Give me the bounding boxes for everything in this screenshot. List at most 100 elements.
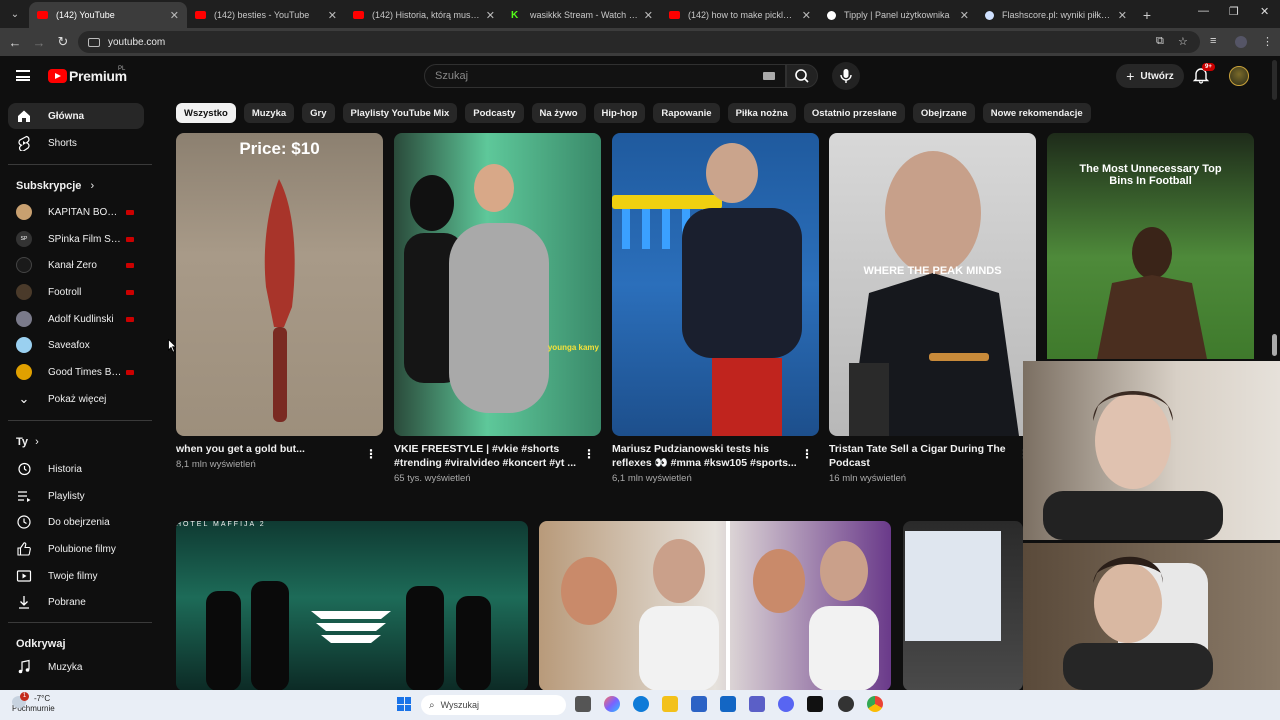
chip[interactable]: Na żywo bbox=[531, 103, 586, 123]
browser-tab[interactable]: Flashscore.pl: wyniki piłki nożn ✕ bbox=[977, 2, 1135, 28]
minimize-icon[interactable]: — bbox=[1198, 5, 1209, 17]
chip[interactable]: Rapowanie bbox=[653, 103, 720, 123]
search-button[interactable] bbox=[786, 64, 818, 88]
show-more-button[interactable]: ⌄ Pokaż więcej bbox=[8, 386, 144, 412]
more-actions-icon[interactable]: ⋮ bbox=[583, 447, 595, 461]
chip[interactable]: Hip-hop bbox=[593, 103, 646, 123]
sidebar-item-music[interactable]: Muzyka bbox=[8, 654, 144, 680]
notifications-button[interactable]: 9+ bbox=[1192, 63, 1215, 84]
browser-tab[interactable]: (142) Historia, którą musisz zna ✕ bbox=[345, 2, 503, 28]
site-info-icon[interactable] bbox=[88, 37, 100, 47]
short-card[interactable]: WHERE THE PEAK MINDS Tristan Tate Sell a… bbox=[829, 133, 1036, 484]
browser-menu-icon[interactable]: ⋮ bbox=[1262, 35, 1273, 48]
sidebar-item-subscription[interactable]: Kanał Zero bbox=[8, 252, 144, 278]
more-actions-icon[interactable]: ⋮ bbox=[801, 447, 813, 461]
sidebar-item-downloads[interactable]: Pobrane bbox=[8, 589, 144, 615]
scrollbar-thumb[interactable] bbox=[1272, 334, 1277, 356]
video-thumbnail[interactable] bbox=[903, 521, 1023, 691]
subscriptions-heading[interactable]: Subskrypcje › bbox=[16, 180, 94, 192]
chip[interactable]: Podcasty bbox=[465, 103, 524, 123]
teams-icon[interactable] bbox=[749, 696, 765, 712]
browser-tab[interactable]: (142) besties - YouTube ✕ bbox=[187, 2, 345, 28]
bookmark-star-icon[interactable]: ☆ bbox=[1178, 35, 1188, 48]
file-explorer-icon[interactable] bbox=[662, 696, 678, 712]
restore-icon[interactable]: ❐ bbox=[1229, 5, 1239, 18]
video-thumbnail[interactable] bbox=[539, 521, 891, 691]
page-scrollbar[interactable] bbox=[1272, 60, 1277, 100]
install-app-icon[interactable]: ⧉ bbox=[1156, 35, 1164, 48]
sidebar-item-shorts[interactable]: Shorts bbox=[8, 130, 144, 156]
close-tab-icon[interactable]: ✕ bbox=[1118, 9, 1127, 22]
create-button[interactable]: + Utwórz bbox=[1116, 64, 1184, 88]
short-thumbnail[interactable]: WHERE THE PEAK MINDS bbox=[829, 133, 1036, 436]
browser-tab[interactable]: Tipply | Panel użytkownika ✕ bbox=[819, 2, 977, 28]
sidebar-item-subscription[interactable]: Saveafox bbox=[8, 332, 144, 358]
close-window-icon[interactable]: ✕ bbox=[1260, 5, 1269, 18]
close-tab-icon[interactable]: ✕ bbox=[644, 9, 653, 22]
video-thumbnail[interactable]: HOTEL MAFFIJA 2 bbox=[176, 521, 528, 691]
discord-icon[interactable] bbox=[778, 696, 794, 712]
chip[interactable]: Gry bbox=[302, 103, 335, 123]
sidebar-item-subscription[interactable]: KAPITAN BOMB... bbox=[8, 199, 144, 225]
chip[interactable]: Ostatnio przesłane bbox=[803, 103, 905, 123]
outlook-icon[interactable] bbox=[720, 696, 736, 712]
short-card[interactable]: Mariusz Pudzianowski tests his reflexes … bbox=[612, 133, 819, 484]
short-card[interactable]: Price: $10 when you get a gold but... 8,… bbox=[176, 133, 383, 470]
keyboard-icon[interactable] bbox=[763, 72, 775, 80]
chip[interactable]: Obejrzane bbox=[912, 103, 975, 123]
sidebar-item-playlists[interactable]: Playlisty bbox=[8, 483, 144, 509]
profile-avatar[interactable] bbox=[1235, 36, 1247, 48]
short-card[interactable]: The Most Unnecessary Top Bins In Footbal… bbox=[1047, 133, 1254, 359]
sidebar-item-liked[interactable]: Polubione filmy bbox=[8, 536, 144, 562]
sidebar-item-subscription[interactable]: Good Times Bad Ti... bbox=[8, 359, 144, 385]
short-thumbnail[interactable] bbox=[612, 133, 819, 436]
edge-icon[interactable] bbox=[633, 696, 649, 712]
close-tab-icon[interactable]: ✕ bbox=[802, 9, 811, 22]
voice-search-button[interactable] bbox=[832, 62, 860, 90]
sidebar-item-home[interactable]: Główna bbox=[8, 103, 144, 129]
more-actions-icon[interactable]: ⋮ bbox=[365, 447, 377, 461]
weather-widget[interactable]: 1 -7°C Pochmurnie bbox=[12, 692, 55, 714]
account-avatar[interactable] bbox=[1229, 66, 1249, 86]
chip[interactable]: Muzyka bbox=[243, 103, 295, 123]
sidebar-item-history[interactable]: Historia bbox=[8, 456, 144, 482]
sidebar-item-subscription[interactable]: SP SPinka Film Stud... bbox=[8, 226, 144, 252]
sidebar-item-your-videos[interactable]: Twoje filmy bbox=[8, 563, 144, 589]
sidebar-item-watch-later[interactable]: Do obejrzenia bbox=[8, 509, 144, 535]
url-field[interactable]: youtube.com bbox=[78, 31, 1200, 53]
short-thumbnail[interactable]: The Most Unnecessary Top Bins In Footbal… bbox=[1047, 133, 1254, 359]
close-tab-icon[interactable]: ✕ bbox=[486, 9, 495, 22]
windows-start-icon[interactable] bbox=[397, 697, 411, 711]
search-input[interactable]: Szukaj bbox=[424, 64, 786, 88]
close-tab-icon[interactable]: ✕ bbox=[960, 9, 969, 22]
browser-tab[interactable]: (142) YouTube ✕ bbox=[29, 2, 187, 28]
sidebar-item-subscription[interactable]: Adolf Kudlinski bbox=[8, 306, 144, 332]
browser-tab[interactable]: (142) how to make pickle peps ✕ bbox=[661, 2, 819, 28]
media-controls-icon[interactable]: ≡ bbox=[1210, 35, 1216, 47]
taskbar-search-input[interactable]: ⌕ Wyszukaj bbox=[421, 695, 566, 715]
close-tab-icon[interactable]: ✕ bbox=[328, 9, 337, 22]
chip[interactable]: Piłka nożna bbox=[727, 103, 796, 123]
tab-search-dropdown-icon[interactable]: ⌄ bbox=[4, 3, 26, 25]
copilot-icon[interactable] bbox=[604, 696, 620, 712]
obs-icon[interactable] bbox=[838, 696, 854, 712]
sidebar-item-subscription[interactable]: Footroll bbox=[8, 279, 144, 305]
chip[interactable]: Playlisty YouTube Mix bbox=[342, 103, 458, 123]
forward-icon[interactable]: → bbox=[27, 35, 51, 50]
back-icon[interactable]: ← bbox=[3, 35, 27, 50]
short-thumbnail[interactable]: Price: $10 bbox=[176, 133, 383, 436]
browser-tab[interactable]: K wasikkk Stream - Watch Live o ✕ bbox=[503, 2, 661, 28]
chip[interactable]: Wszystko bbox=[176, 103, 236, 123]
short-card[interactable]: younga kamy VKIE FREESTYLE | #vkie #shor… bbox=[394, 133, 601, 484]
task-view-icon[interactable] bbox=[575, 696, 591, 712]
chip[interactable]: Nowe rekomendacje bbox=[982, 103, 1091, 123]
you-heading[interactable]: Ty › bbox=[16, 436, 39, 448]
new-tab-icon[interactable]: + bbox=[1135, 2, 1159, 28]
close-tab-icon[interactable]: ✕ bbox=[170, 9, 179, 22]
reload-icon[interactable]: ↻ bbox=[51, 34, 75, 50]
store-icon[interactable] bbox=[691, 696, 707, 712]
chrome-icon[interactable] bbox=[867, 696, 883, 712]
short-thumbnail[interactable]: younga kamy bbox=[394, 133, 601, 436]
capcut-icon[interactable] bbox=[807, 696, 823, 712]
guide-menu-icon[interactable] bbox=[16, 70, 30, 81]
